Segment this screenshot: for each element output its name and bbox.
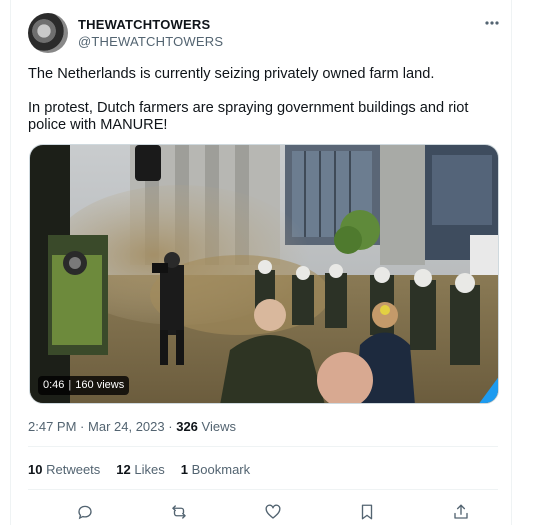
retweet-icon[interactable]	[167, 500, 191, 524]
retweets-stat[interactable]: 10 Retweets	[28, 462, 100, 477]
divider	[28, 446, 498, 447]
bookmarks-count: 1	[180, 462, 188, 477]
bookmarks-label: Bookmark	[191, 462, 251, 477]
video-player[interactable]: 0:46 | 160 views	[29, 144, 499, 404]
bookmarks-stat[interactable]: 1 Bookmark	[181, 462, 250, 477]
retweets-count: 10	[28, 462, 43, 477]
divider	[28, 489, 498, 490]
share-icon[interactable]	[449, 500, 473, 524]
right-pane	[512, 0, 542, 525]
video-frame	[30, 145, 498, 403]
more-icon[interactable]	[481, 13, 503, 33]
meta-separator: ·	[80, 419, 85, 434]
like-icon[interactable]	[261, 500, 285, 524]
avatar[interactable]	[28, 13, 68, 53]
tweet-paragraph: The Netherlands is currently seizing pri…	[28, 66, 435, 82]
video-views: 160 views	[75, 379, 125, 391]
action-bar	[28, 500, 498, 524]
reply-icon[interactable]	[73, 500, 97, 524]
tweet-stats: 10 Retweets 12 Likes 1 Bookmark	[28, 462, 250, 477]
tweet-meta: 2:47 PM · Mar 24, 2023 · 326 Views	[28, 419, 236, 434]
likes-label: Likes	[134, 462, 165, 477]
tweet-card: THEWATCHTOWERS @THEWATCHTOWERS The Nethe…	[10, 0, 512, 525]
likes-count: 12	[116, 462, 131, 477]
video-duration: 0:46	[43, 379, 65, 391]
video-overlay: 0:46 | 160 views	[38, 376, 130, 395]
meta-separator: ·	[168, 419, 173, 434]
tweet-date[interactable]: Mar 24, 2023	[88, 419, 165, 434]
retweets-label: Retweets	[46, 462, 101, 477]
views-count: 326	[176, 419, 198, 434]
views-label: Views	[201, 419, 236, 434]
tweet-text: The Netherlands is currently seizing pri…	[28, 66, 498, 134]
tweet-paragraph: In protest, Dutch farmers are spraying g…	[28, 100, 469, 133]
likes-stat[interactable]: 12 Likes	[116, 462, 164, 477]
bookmark-icon[interactable]	[355, 500, 379, 524]
author-name[interactable]: THEWATCHTOWERS	[78, 17, 210, 32]
author-handle[interactable]: @THEWATCHTOWERS	[78, 34, 223, 49]
tweet-time[interactable]: 2:47 PM	[28, 419, 76, 434]
